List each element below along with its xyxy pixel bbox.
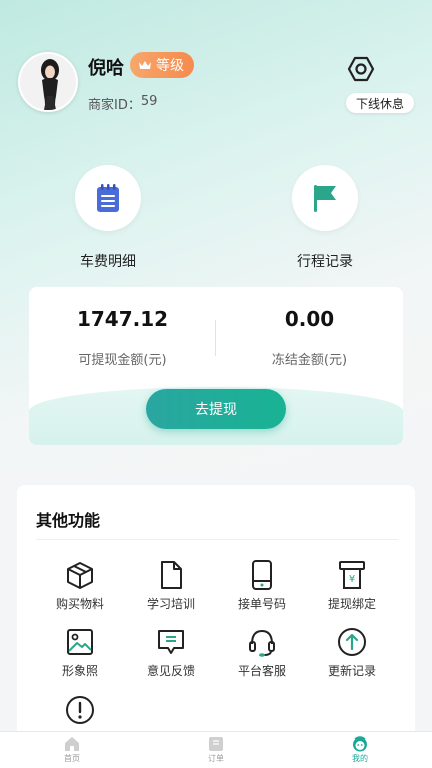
wallet-card: 1747.12 可提现金额(元) 0.00 冻结金额(元) 去提现 <box>29 287 403 445</box>
level-badge-label: 等级 <box>156 58 184 74</box>
withdrawable-block: 1747.12 可提现金额(元) <box>29 307 216 368</box>
quick-action-label: 车费明细 <box>80 254 136 270</box>
flag-icon <box>314 185 336 212</box>
home-icon <box>65 737 79 751</box>
frozen-amount: 0.00 <box>284 307 335 331</box>
function-label: 接单号码 <box>237 597 286 611</box>
document-icon <box>161 561 182 589</box>
box-icon <box>67 562 93 589</box>
function-withdraw-binding[interactable]: ¥ 提现绑定 <box>307 559 397 612</box>
function-label: 形象照 <box>61 664 98 678</box>
function-label: 购买物料 <box>55 597 104 611</box>
headset-icon <box>249 629 275 657</box>
function-label: 意见反馈 <box>146 664 195 678</box>
quick-action-fare-details[interactable]: 车费明细 <box>48 165 168 271</box>
function-customer-service[interactable]: 平台客服 <box>217 626 307 679</box>
function-label: 平台客服 <box>237 664 286 678</box>
phone-icon <box>252 560 272 590</box>
merchant-id: 商家ID： 59 <box>88 94 157 113</box>
tab-label: 首页 <box>64 754 80 763</box>
function-label: 提现绑定 <box>327 597 376 611</box>
level-badge[interactable]: 等级 <box>130 52 194 78</box>
atm-icon: ¥ <box>339 561 365 589</box>
svg-text:¥: ¥ <box>349 574 355 585</box>
upload-icon <box>338 628 366 656</box>
image-icon <box>67 629 93 655</box>
function-order-number[interactable]: 接单号码 <box>217 559 307 612</box>
tab-home[interactable]: 首页 <box>0 732 144 768</box>
function-study-training[interactable]: 学习培训 <box>126 559 216 612</box>
quick-action-trip-records[interactable]: 行程记录 <box>265 165 385 271</box>
function-about[interactable] <box>35 694 125 730</box>
other-functions-card: 其他功能 购买物料 学习培训 接单号码 ¥ 提现绑定 形象照 意见反馈 平台客服… <box>17 485 415 745</box>
withdraw-button[interactable]: 去提现 <box>146 389 286 429</box>
merchant-id-label: 商家ID： <box>88 98 141 113</box>
function-feedback[interactable]: 意见反馈 <box>126 626 216 679</box>
function-label: 学习培训 <box>146 597 195 611</box>
frozen-block: 0.00 冻结金额(元) <box>216 307 403 368</box>
settings-hex-icon <box>347 56 375 82</box>
tab-label: 我的 <box>352 754 368 763</box>
tab-orders[interactable]: 订单 <box>144 732 288 768</box>
function-label: 更新记录 <box>327 664 376 678</box>
withdrawable-amount: 1747.12 <box>76 307 169 331</box>
clipboard-icon <box>97 184 119 212</box>
function-update-log[interactable]: 更新记录 <box>307 626 397 679</box>
quick-action-icon-circle <box>292 165 358 231</box>
section-title: 其他功能 <box>36 511 101 530</box>
frozen-label: 冻结金额(元) <box>271 353 348 368</box>
profile-icon <box>353 736 367 752</box>
avatar[interactable] <box>18 52 78 112</box>
function-buy-materials[interactable]: 购买物料 <box>35 559 125 612</box>
quick-action-label: 行程记录 <box>297 254 353 270</box>
crown-icon <box>139 61 151 69</box>
tab-mine[interactable]: 我的 <box>288 732 432 768</box>
settings-button[interactable] <box>346 54 376 84</box>
section-divider <box>36 539 398 540</box>
function-image-photo[interactable]: 形象照 <box>35 626 125 679</box>
profile-section: 倪哈 等级 商家ID： 59 下线休息 <box>16 50 416 120</box>
merchant-id-value: 59 <box>140 94 158 109</box>
tab-label: 订单 <box>208 754 224 763</box>
offline-rest-button[interactable]: 下线休息 <box>346 93 415 113</box>
feedback-icon <box>158 630 184 654</box>
quick-action-icon-circle <box>75 165 141 231</box>
alert-icon <box>66 696 94 724</box>
order-icon <box>209 737 223 751</box>
user-name: 倪哈 <box>88 58 124 79</box>
bottom-tab-bar: 首页 订单 我的 <box>0 731 432 768</box>
withdrawable-label: 可提现金额(元) <box>78 353 167 368</box>
